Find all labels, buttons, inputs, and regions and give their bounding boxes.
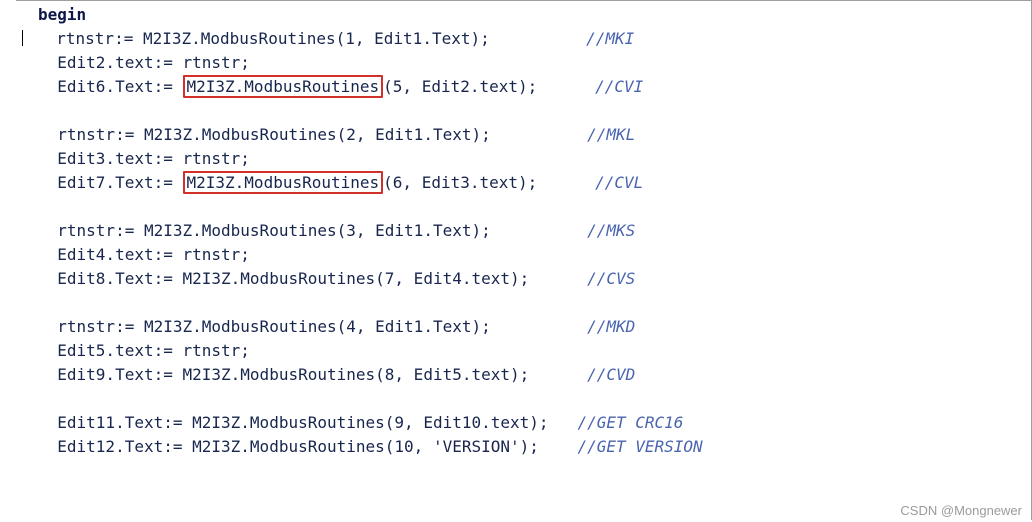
indent — [38, 365, 57, 384]
code-text: (6, Edit3.text); — [383, 173, 537, 192]
comment: //GET CRC16 — [577, 413, 683, 432]
spacing — [490, 29, 586, 48]
indent — [38, 269, 57, 288]
code-line[interactable]: Edit3.text:= rtnstr; — [38, 147, 1031, 171]
spacing — [537, 173, 595, 192]
code-line[interactable]: Edit8.Text:= M2I3Z.ModbusRoutines(7, Edi… — [38, 267, 1031, 291]
code-line[interactable] — [38, 387, 1031, 411]
text-cursor — [22, 30, 23, 46]
code-text: Edit7.Text:= — [57, 173, 182, 192]
code-line[interactable]: rtnstr:= M2I3Z.ModbusRoutines(4, Edit1.T… — [38, 315, 1031, 339]
code-text: Edit11.Text:= M2I3Z.ModbusRoutines(9, Ed… — [57, 413, 548, 432]
code-text: Edit5.text:= rtnstr; — [57, 341, 250, 360]
spacing — [539, 437, 578, 456]
spacing — [537, 77, 595, 96]
code-text: Edit9.Text:= M2I3Z.ModbusRoutines(8, Edi… — [57, 365, 529, 384]
code-text: Edit6.Text:= — [57, 77, 182, 96]
comment: //CVI — [595, 77, 643, 96]
code-text: rtnstr:= M2I3Z.ModbusRoutines(3, Edit1.T… — [57, 221, 490, 240]
spacing — [529, 269, 587, 288]
spacing — [549, 413, 578, 432]
code-line[interactable]: rtnstr:= M2I3Z.ModbusRoutines(1, Edit1.T… — [38, 27, 1031, 51]
code-text: Edit8.Text:= M2I3Z.ModbusRoutines(7, Edi… — [57, 269, 529, 288]
search-match-highlight: M2I3Z.ModbusRoutines — [183, 75, 384, 98]
indent — [38, 437, 57, 456]
code-line[interactable]: Edit9.Text:= M2I3Z.ModbusRoutines(8, Edi… — [38, 363, 1031, 387]
code-text: Edit3.text:= rtnstr; — [57, 149, 250, 168]
spacing — [529, 365, 587, 384]
code-editor-frame: begin rtnstr:= M2I3Z.ModbusRoutines(1, E… — [16, 0, 1032, 520]
indent — [38, 341, 57, 360]
indent — [38, 221, 57, 240]
indent — [38, 149, 57, 168]
comment: //CVD — [587, 365, 635, 384]
comment: //CVS — [587, 269, 635, 288]
indent — [38, 173, 57, 192]
code-text: rtnstr:= M2I3Z.ModbusRoutines(2, Edit1.T… — [57, 125, 490, 144]
comment: //MKD — [587, 317, 635, 336]
code-line[interactable]: Edit7.Text:= M2I3Z.ModbusRoutines(6, Edi… — [38, 171, 1031, 195]
keyword-begin: begin — [38, 5, 86, 24]
code-text: (5, Edit2.text); — [383, 77, 537, 96]
spacing — [491, 317, 587, 336]
code-text: rtnstr:= M2I3Z.ModbusRoutines(4, Edit1.T… — [57, 317, 490, 336]
comment: //GET VERSION — [577, 437, 702, 456]
indent — [38, 53, 57, 72]
code-line[interactable] — [38, 99, 1031, 123]
indent — [37, 29, 56, 48]
code-text: Edit2.text:= rtnstr; — [57, 53, 250, 72]
spacing — [491, 125, 587, 144]
spacing — [491, 221, 587, 240]
code-line[interactable]: Edit6.Text:= M2I3Z.ModbusRoutines(5, Edi… — [38, 75, 1031, 99]
code-line[interactable]: Edit2.text:= rtnstr; — [38, 51, 1031, 75]
code-line[interactable]: Edit4.text:= rtnstr; — [38, 243, 1031, 267]
comment: //CVL — [595, 173, 643, 192]
indent — [38, 125, 57, 144]
indent — [38, 413, 57, 432]
code-area[interactable]: begin rtnstr:= M2I3Z.ModbusRoutines(1, E… — [16, 1, 1031, 459]
code-line[interactable] — [38, 195, 1031, 219]
indent — [38, 77, 57, 96]
indent — [38, 317, 57, 336]
code-line[interactable]: Edit11.Text:= M2I3Z.ModbusRoutines(9, Ed… — [38, 411, 1031, 435]
code-line[interactable]: rtnstr:= M2I3Z.ModbusRoutines(3, Edit1.T… — [38, 219, 1031, 243]
code-line[interactable]: rtnstr:= M2I3Z.ModbusRoutines(2, Edit1.T… — [38, 123, 1031, 147]
comment: //MKI — [586, 29, 634, 48]
code-line[interactable] — [38, 291, 1031, 315]
code-text: Edit12.Text:= M2I3Z.ModbusRoutines(10, '… — [57, 437, 539, 456]
code-line[interactable]: Edit5.text:= rtnstr; — [38, 339, 1031, 363]
indent — [38, 245, 57, 264]
search-match-highlight: M2I3Z.ModbusRoutines — [183, 171, 384, 194]
code-text: rtnstr:= M2I3Z.ModbusRoutines(1, Edit1.T… — [56, 29, 489, 48]
code-text: Edit4.text:= rtnstr; — [57, 245, 250, 264]
comment: //MKS — [587, 221, 635, 240]
comment: //MKL — [587, 125, 635, 144]
code-line[interactable]: Edit12.Text:= M2I3Z.ModbusRoutines(10, '… — [38, 435, 1031, 459]
